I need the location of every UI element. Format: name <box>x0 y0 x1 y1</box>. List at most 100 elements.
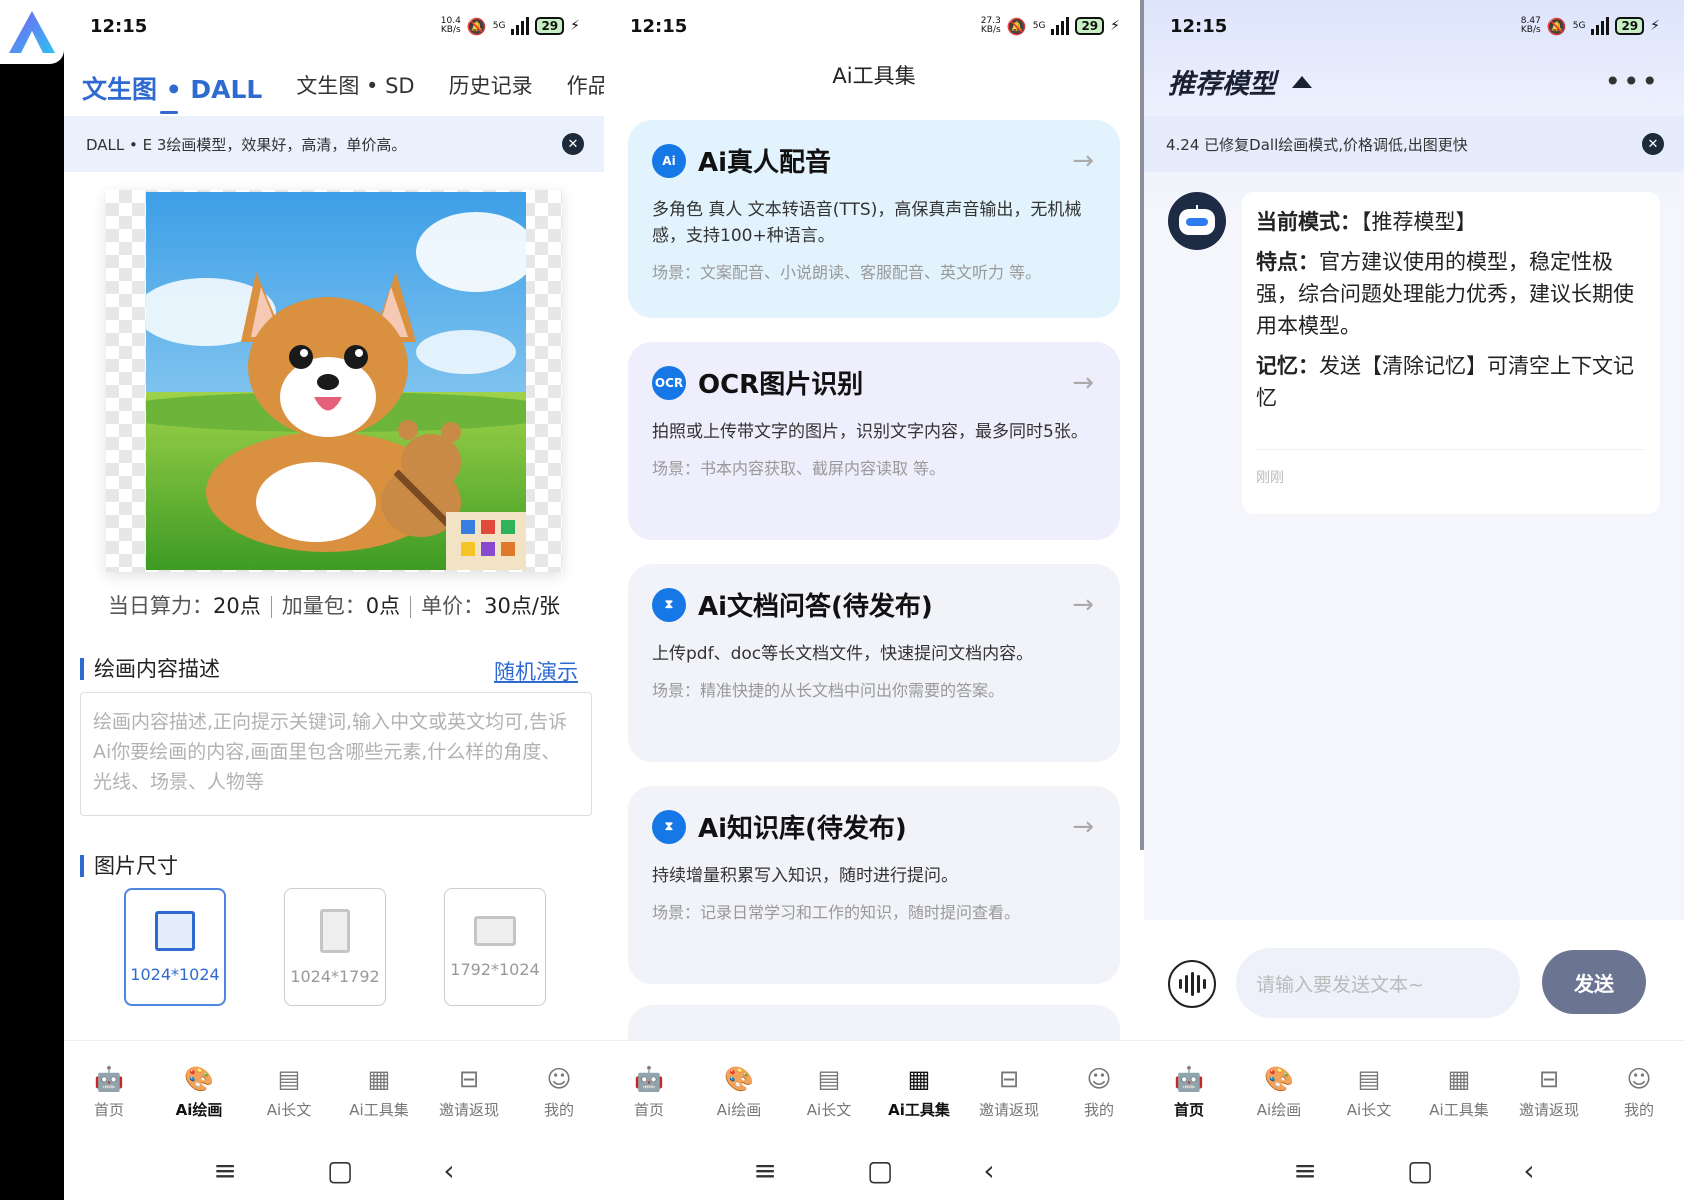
tool-desc: 持续增量积累写入知识，随时进行提问。 <box>652 866 958 886</box>
nav-label: 邀请返现 <box>438 1101 499 1119</box>
grid-icon: ▦ <box>1447 1065 1471 1093</box>
more-icon[interactable]: ••• <box>1604 65 1660 98</box>
tab-dall[interactable]: 文生图 • DALL <box>82 70 262 114</box>
menu-icon[interactable]: ≡ <box>213 1154 236 1187</box>
palette-icon: 🎨 <box>724 1065 754 1093</box>
desc-section-title: 绘画内容描述 <box>80 658 220 680</box>
nav-article[interactable]: ▤ Ai长文 <box>789 1065 869 1140</box>
back-icon[interactable]: ‹ <box>1523 1154 1534 1187</box>
size-option-portrait[interactable]: 1024*1792 <box>284 888 386 1006</box>
nav-label: Ai长文 <box>266 1101 312 1119</box>
back-icon[interactable]: ‹ <box>983 1154 994 1187</box>
nav-label: 我的 <box>1623 1101 1654 1119</box>
status-time: 12:15 <box>90 15 148 37</box>
signal-icon <box>511 17 530 35</box>
black-edge <box>0 0 64 1200</box>
net-speed-unit: KB/s <box>1520 25 1541 35</box>
close-icon[interactable]: ✕ <box>562 133 584 155</box>
message-input[interactable]: 请输入要发送文本~ <box>1236 948 1520 1018</box>
nav-label: Ai工具集 <box>1429 1101 1489 1119</box>
nav-label: 首页 <box>93 1101 124 1119</box>
size-label: 1024*1792 <box>290 966 380 986</box>
nav-home[interactable]: 🤖 首页 <box>1149 1065 1229 1140</box>
size-option-landscape[interactable]: 1792*1024 <box>444 888 546 1006</box>
tool-desc: 上传pdf、doc等长文档文件，快速提问文档内容。 <box>652 644 1034 664</box>
notice-text: DALL • E 3绘画模型，效果好，高清，单价高。 <box>86 135 407 154</box>
system-nav: ≡ ▢ ‹ <box>604 1140 1144 1200</box>
tool-name: Ai知识库(待发布) <box>698 814 907 844</box>
document-icon: ▤ <box>1357 1065 1381 1093</box>
tab-sd[interactable]: 文生图 • SD <box>296 70 414 106</box>
nav-label: Ai工具集 <box>888 1101 950 1119</box>
nav-tools[interactable]: ▦ Ai工具集 <box>1419 1065 1499 1140</box>
portrait-frame-icon <box>320 908 350 953</box>
nav-invite[interactable]: ⊟ 邀请返现 <box>969 1065 1049 1140</box>
tool-card[interactable]: OCR OCR图片识别 → 拍照或上传带文字的图片，识别文字内容，最多同时5张。 场景：… <box>628 342 1120 540</box>
pack-value: 0点 <box>365 594 401 618</box>
menu-icon[interactable]: ≡ <box>1293 1154 1316 1187</box>
robot-icon: 🤖 <box>1174 1065 1204 1093</box>
nav-mine[interactable]: ☺ 我的 <box>1059 1065 1139 1140</box>
page-title: Ai工具集 <box>832 64 916 88</box>
nav-tools[interactable]: ▦ Ai工具集 <box>339 1065 419 1140</box>
tool-card-header: Ai Ai真人配音 <box>652 142 1096 179</box>
notice-text: 4.24 已修复Dall绘画模式,价格调低,出图更快 <box>1166 135 1468 154</box>
size-label: 1792*1024 <box>450 959 540 979</box>
nav-label: Ai绘画 <box>1256 1101 1302 1119</box>
tab-gallery[interactable]: 作品广 <box>567 70 604 106</box>
tool-desc: 多角色 真人 文本转语音(TTS)，高保真声音输出，无机械感，支持100+种语言… <box>652 200 1082 246</box>
mute-icon: 🔕 <box>1006 16 1027 36</box>
nav-article[interactable]: ▤ Ai长文 <box>1329 1065 1409 1140</box>
nav-invite[interactable]: ⊟ 邀请返现 <box>1509 1065 1589 1140</box>
nav-drawing[interactable]: 🎨 Ai绘画 <box>1239 1065 1319 1140</box>
charging-icon: ⚡ <box>1650 18 1660 34</box>
desc-input[interactable]: 绘画内容描述,正向提示关键词,输入中文或英文均可,告诉Ai你要绘画的内容,画面里… <box>80 692 592 816</box>
face-icon: ☺ <box>1086 1065 1112 1093</box>
bottom-nav: 🤖 首页 🎨 Ai绘画 ▤ Ai长文 ▦ Ai工具集 ⊟ 邀请返现 ☺ 我的 <box>1144 1040 1684 1140</box>
square-frame-icon <box>155 910 195 951</box>
network-type: 5G <box>492 21 506 31</box>
price-value: 30点/张 <box>484 594 560 618</box>
corgi-illustration <box>146 192 526 570</box>
nav-label: 我的 <box>1083 1101 1114 1119</box>
tool-card[interactable]: ⧗ Ai知识库(待发布) → 持续增量积累写入知识，随时进行提问。 场景：记录日常学习和… <box>628 786 1120 984</box>
palette-icon: 🎨 <box>1264 1065 1294 1093</box>
nav-home[interactable]: 🤖 首页 <box>69 1065 149 1140</box>
nav-label: Ai绘画 <box>716 1101 762 1119</box>
app-logo-icon <box>0 0 64 64</box>
voice-icon[interactable] <box>1168 960 1216 1008</box>
nav-drawing[interactable]: 🎨 Ai绘画 <box>159 1065 239 1140</box>
menu-icon[interactable]: ≡ <box>753 1154 776 1187</box>
size-option-square[interactable]: 1024*1024 <box>124 888 226 1006</box>
nav-article[interactable]: ▤ Ai长文 <box>249 1065 329 1140</box>
daily-label: 当日算力： <box>108 594 214 618</box>
chat-header: 推荐模型 ••• <box>1168 62 1660 101</box>
tab-history[interactable]: 历史记录 <box>449 70 533 106</box>
nav-invite[interactable]: ⊟ 邀请返现 <box>429 1065 509 1140</box>
nav-drawing[interactable]: 🎨 Ai绘画 <box>699 1065 779 1140</box>
tool-card-header: ⧗ Ai知识库(待发布) <box>652 808 1096 845</box>
mute-icon: 🔕 <box>1546 16 1567 36</box>
nav-mine[interactable]: ☺ 我的 <box>519 1065 599 1140</box>
chat-screen: 12:15 8.47 KB/s 🔕 5G 29 ⚡ 推荐模型 ••• 4.24 … <box>1144 0 1684 1200</box>
tool-scene: 场景：记录日常学习和工作的知识，随时提问查看。 <box>652 903 1021 922</box>
tool-card[interactable]: ⧗ Ai文档问答(待发布) → 上传pdf、doc等长文档文件，快速提问文档内容。 场景… <box>628 564 1120 762</box>
send-button[interactable]: 发送 <box>1542 950 1646 1014</box>
random-demo-link[interactable]: 随机演示 <box>494 656 578 686</box>
tool-card[interactable]: Ai Ai真人配音 → 多角色 真人 文本转语音(TTS)，高保真声音输出，无机械感，… <box>628 120 1120 318</box>
home-square-icon[interactable]: ▢ <box>1407 1154 1433 1187</box>
system-nav: ≡ ▢ ‹ <box>64 1140 604 1200</box>
price-label: 单价： <box>421 594 485 618</box>
close-icon[interactable]: ✕ <box>1642 133 1664 155</box>
document-icon: ▤ <box>277 1065 301 1093</box>
nav-tools[interactable]: ▦ Ai工具集 <box>879 1065 959 1140</box>
nav-mine[interactable]: ☺ 我的 <box>1599 1065 1679 1140</box>
home-square-icon[interactable]: ▢ <box>867 1154 893 1187</box>
robot-face-icon <box>1179 205 1215 235</box>
tool-scene: 场景：精准快捷的从长文档中问出你需要的答案。 <box>652 681 1005 700</box>
model-selector[interactable]: 推荐模型 <box>1168 62 1312 101</box>
nav-home[interactable]: 🤖 首页 <box>609 1065 689 1140</box>
home-square-icon[interactable]: ▢ <box>327 1154 353 1187</box>
landscape-frame-icon <box>474 915 516 946</box>
back-icon[interactable]: ‹ <box>443 1154 454 1187</box>
